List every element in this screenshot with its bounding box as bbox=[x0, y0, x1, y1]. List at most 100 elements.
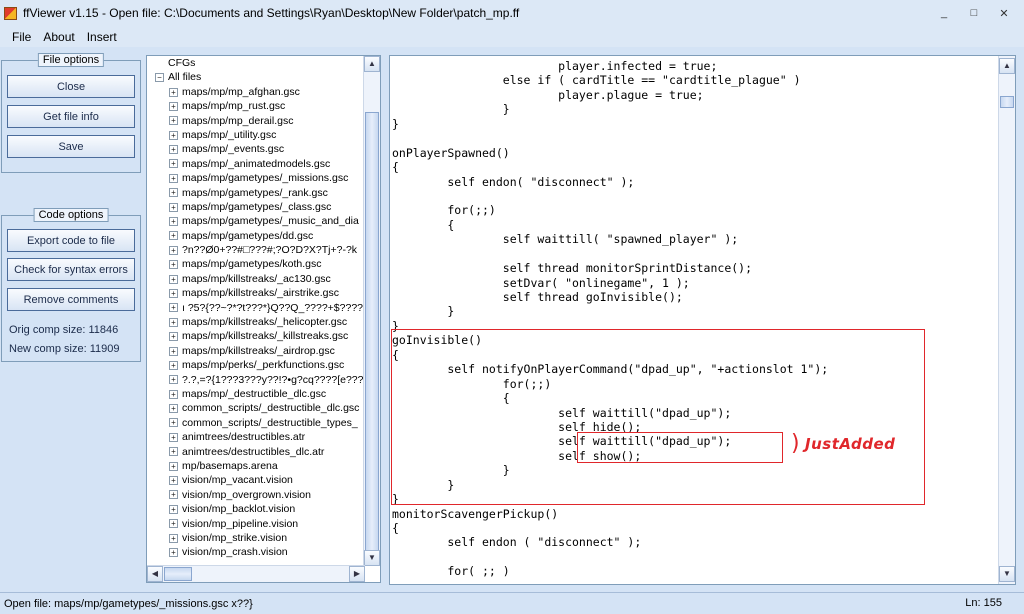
tree-hscroll-thumb[interactable] bbox=[164, 567, 192, 581]
tree-item[interactable]: + common_scripts/_destructible_types_ bbox=[147, 416, 365, 430]
expand-icon[interactable]: + bbox=[169, 476, 178, 486]
scroll-down-icon[interactable]: ▼ bbox=[364, 550, 380, 566]
expand-icon[interactable]: + bbox=[169, 245, 178, 255]
expand-icon[interactable]: + bbox=[169, 159, 178, 169]
expand-icon[interactable]: + bbox=[169, 389, 178, 399]
expand-icon[interactable]: + bbox=[169, 447, 178, 457]
tree-item[interactable]: + animtrees/destructibles_dlc.atr bbox=[147, 445, 365, 459]
expand-icon[interactable]: + bbox=[169, 217, 178, 227]
save-button[interactable]: Save bbox=[7, 135, 135, 158]
editor-scroll-up-icon[interactable]: ▲ bbox=[999, 58, 1015, 74]
tree-item[interactable]: + maps/mp/perks/_perkfunctions.gsc bbox=[147, 358, 365, 372]
tree-item[interactable]: + maps/mp/_events.gsc bbox=[147, 142, 365, 156]
tree-vertical-scrollbar[interactable]: ▲ ▼ bbox=[363, 56, 380, 566]
tree-item[interactable]: + maps/mp/gametypes/_music_and_dia bbox=[147, 214, 365, 228]
tree-item[interactable]: CFGs bbox=[147, 56, 365, 70]
tree-item[interactable]: − All files bbox=[147, 70, 365, 84]
expand-icon[interactable]: + bbox=[169, 548, 178, 557]
tree-item[interactable]: + maps/mp/gametypes/koth.gsc bbox=[147, 257, 365, 271]
expand-icon[interactable]: + bbox=[169, 418, 178, 428]
tree-item[interactable]: + vision/mp_vacant.vision bbox=[147, 473, 365, 487]
tree-item[interactable]: + maps/mp/mp_rust.gsc bbox=[147, 99, 365, 113]
menu-insert[interactable]: Insert bbox=[81, 28, 123, 46]
scroll-right-icon[interactable]: ▶ bbox=[349, 566, 365, 582]
tree-item[interactable]: + maps/mp/killstreaks/_helicopter.gsc bbox=[147, 315, 365, 329]
remove-comments-button[interactable]: Remove comments bbox=[7, 288, 135, 311]
tree-item[interactable]: + vision/mp_overgrown.vision bbox=[147, 488, 365, 502]
expand-icon[interactable]: + bbox=[169, 533, 178, 543]
tree-item[interactable]: + ?n??Ø0+??#□???#;?O?D?X?Tj+?-?k bbox=[147, 243, 365, 257]
expand-icon[interactable]: + bbox=[169, 461, 178, 471]
tree-item[interactable]: + maps/mp/killstreaks/_airstrike.gsc bbox=[147, 286, 365, 300]
expand-icon[interactable]: + bbox=[169, 504, 178, 514]
tree-item[interactable]: + maps/mp/killstreaks/_killstreaks.gsc bbox=[147, 329, 365, 343]
expand-icon[interactable]: + bbox=[169, 173, 178, 183]
scroll-up-icon[interactable]: ▲ bbox=[364, 56, 380, 72]
expand-icon[interactable]: + bbox=[169, 130, 178, 140]
tree-item[interactable]: + maps/mp/killstreaks/_ac130.gsc bbox=[147, 272, 365, 286]
code-line: { bbox=[392, 217, 455, 232]
tree-item[interactable]: + maps/mp/gametypes/_rank.gsc bbox=[147, 186, 365, 200]
tree-scroll-thumb[interactable] bbox=[365, 112, 379, 552]
expand-icon[interactable]: + bbox=[169, 87, 178, 97]
expand-icon[interactable]: + bbox=[169, 274, 178, 284]
file-tree[interactable]: CFGs − All files + maps/mp/mp_afghan.gsc + map… bbox=[146, 55, 381, 583]
expand-icon[interactable]: + bbox=[169, 101, 178, 111]
tree-item[interactable]: + maps/mp/_animatedmodels.gsc bbox=[147, 157, 365, 171]
menu-about[interactable]: About bbox=[37, 28, 80, 46]
tree-item[interactable]: + maps/mp/_destructible_dlc.gsc bbox=[147, 387, 365, 401]
tree-item[interactable]: + maps/mp/_utility.gsc bbox=[147, 128, 365, 142]
expand-icon[interactable]: + bbox=[169, 303, 178, 313]
expand-icon[interactable]: + bbox=[169, 116, 178, 126]
collapse-icon[interactable]: − bbox=[155, 73, 164, 83]
expand-icon[interactable]: + bbox=[169, 202, 178, 212]
expand-icon[interactable]: + bbox=[169, 375, 178, 385]
tree-item[interactable]: + maps/mp/gametypes/_missions.gsc bbox=[147, 171, 365, 185]
editor-vertical-scrollbar[interactable]: ▲ ▼ bbox=[998, 56, 1015, 584]
expand-icon[interactable]: + bbox=[169, 260, 178, 270]
code-line: self endon ( "disconnect" ); bbox=[392, 535, 642, 550]
expand-icon[interactable]: + bbox=[169, 145, 178, 155]
tree-item[interactable]: + animtrees/destructibles.atr bbox=[147, 430, 365, 444]
tree-item[interactable]: + vision/mp_pipeline.vision bbox=[147, 517, 365, 531]
code-text[interactable]: player.infected = true; else if ( cardTi… bbox=[392, 59, 997, 584]
tree-horizontal-scrollbar[interactable]: ◀ ▶ bbox=[147, 565, 365, 582]
expand-icon[interactable]: + bbox=[169, 490, 178, 500]
expand-icon[interactable]: + bbox=[169, 346, 178, 356]
tree-item[interactable]: + maps/mp/killstreaks/_airdrop.gsc bbox=[147, 344, 365, 358]
close-file-button[interactable]: Close bbox=[7, 75, 135, 98]
expand-icon[interactable]: + bbox=[169, 288, 178, 298]
tree-item[interactable]: + maps/mp/gametypes/_class.gsc bbox=[147, 200, 365, 214]
editor-scroll-thumb[interactable] bbox=[1000, 96, 1014, 108]
tree-item[interactable]: + maps/mp/mp_afghan.gsc bbox=[147, 85, 365, 99]
expand-icon[interactable]: + bbox=[169, 317, 178, 327]
tree-item[interactable]: + maps/mp/gametypes/dd.gsc bbox=[147, 229, 365, 243]
tree-item[interactable]: + ?.?,=?{1???3???y??!?•g?cq????[e??? bbox=[147, 373, 365, 387]
get-file-info-button[interactable]: Get file info bbox=[7, 105, 135, 128]
check-syntax-button[interactable]: Check for syntax errors bbox=[7, 258, 135, 281]
expand-icon[interactable]: + bbox=[169, 360, 178, 370]
expand-icon[interactable]: + bbox=[169, 519, 178, 529]
maximize-button[interactable]: □ bbox=[960, 4, 988, 22]
scroll-left-icon[interactable]: ◀ bbox=[147, 566, 163, 582]
tree-item[interactable]: + vision/mp_backlot.vision bbox=[147, 502, 365, 516]
expand-icon[interactable]: + bbox=[169, 231, 178, 241]
tree-item[interactable]: + vision/mp_crash.vision bbox=[147, 545, 365, 559]
code-editor[interactable]: player.infected = true; else if ( cardTi… bbox=[389, 55, 1016, 585]
expand-icon[interactable]: + bbox=[169, 332, 178, 342]
tree-item[interactable]: + vision/mp_strike.vision bbox=[147, 531, 365, 545]
tree-item-label: common_scripts/_destructible_types_ bbox=[182, 416, 358, 429]
expand-icon[interactable]: + bbox=[169, 432, 178, 442]
tree-item[interactable]: + ı ?5?{??~?*?t???*}Q??Q_????+$???? bbox=[147, 301, 365, 315]
expand-icon[interactable]: + bbox=[169, 188, 178, 198]
minimize-button[interactable]: _ bbox=[930, 4, 958, 22]
expand-icon[interactable]: + bbox=[169, 404, 178, 414]
close-window-button[interactable]: ✕ bbox=[990, 4, 1018, 22]
editor-scroll-down-icon[interactable]: ▼ bbox=[999, 566, 1015, 582]
tree-item[interactable]: + maps/mp/mp_derail.gsc bbox=[147, 114, 365, 128]
menu-file[interactable]: File bbox=[6, 28, 37, 46]
tree-item[interactable]: + common_scripts/_destructible_dlc.gsc bbox=[147, 401, 365, 415]
export-code-button[interactable]: Export code to file bbox=[7, 229, 135, 252]
tree-item[interactable]: + mp/basemaps.arena bbox=[147, 459, 365, 473]
